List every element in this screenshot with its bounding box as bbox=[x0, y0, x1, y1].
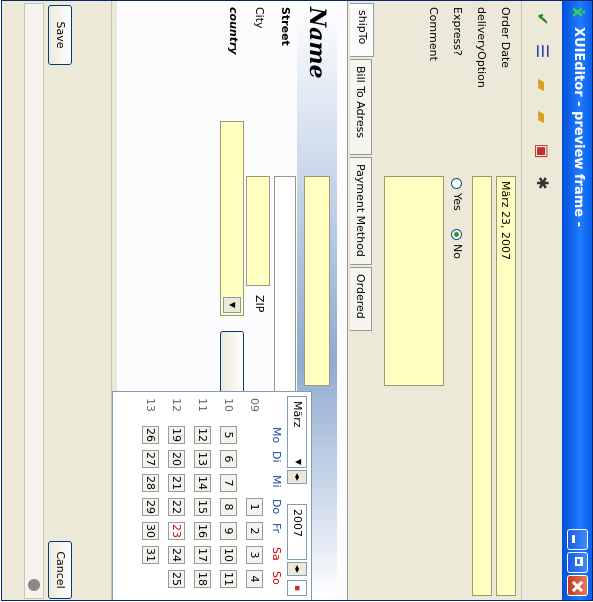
zip-field[interactable]: ZIP bbox=[246, 176, 270, 312]
bug-icon[interactable]: ✱ bbox=[532, 173, 552, 193]
calendar-day[interactable]: 11 bbox=[220, 570, 237, 588]
calendar-day[interactable]: 17 bbox=[194, 546, 211, 564]
calendar-day[interactable]: 6 bbox=[220, 450, 237, 468]
check-icon[interactable]: ✔ bbox=[532, 9, 552, 29]
country-label: country bbox=[227, 7, 240, 55]
comment-label: Comment bbox=[427, 7, 440, 61]
weekday-header: Mo bbox=[270, 427, 283, 444]
weekday-header: Mi bbox=[270, 475, 283, 488]
calendar-day[interactable]: 16 bbox=[194, 522, 211, 540]
calendar-day[interactable]: 14 bbox=[194, 474, 211, 492]
calendar-day[interactable]: 15 bbox=[194, 498, 211, 516]
date-picker-popup: März ▼ ◂▸ 2007 ◂▸ ▪ Mo Di Mi Do Fr Sa So 09 1 2 3 4… bbox=[112, 391, 312, 601]
calendar-day[interactable]: 1 bbox=[246, 498, 263, 516]
title-bar[interactable]: ẋ XUIEditor - preview frame - bbox=[562, 1, 592, 600]
order-date-label: Order Date bbox=[499, 7, 512, 69]
weekday-header: Di bbox=[270, 451, 283, 463]
year-field[interactable]: 2007 bbox=[287, 504, 307, 560]
cancel-button[interactable]: Cancel bbox=[48, 541, 72, 599]
year-spinner[interactable]: ◂▸ bbox=[287, 562, 307, 576]
week-number: 10 bbox=[222, 398, 235, 412]
maximize-button[interactable] bbox=[567, 552, 588, 573]
weekday-header: Fr bbox=[270, 523, 283, 534]
calendar-day[interactable]: 22 bbox=[168, 498, 185, 516]
save-icon[interactable]: ▣ bbox=[532, 141, 552, 161]
calendar-day[interactable]: 7 bbox=[220, 474, 237, 492]
order-date-field[interactable]: März 23, 2007 bbox=[496, 176, 516, 596]
calendar-day[interactable]: 5 bbox=[220, 426, 237, 444]
calendar-day[interactable]: 2 bbox=[246, 522, 263, 540]
calendar-day[interactable]: 31 bbox=[142, 546, 159, 564]
delivery-option-field[interactable] bbox=[472, 176, 492, 596]
calendar-day[interactable]: 23 bbox=[168, 522, 185, 540]
chevron-down-icon: ▼ bbox=[294, 458, 303, 465]
tab-bill-to-adress[interactable]: Bill To Adress bbox=[350, 59, 372, 155]
calendar-day[interactable]: 18 bbox=[194, 570, 211, 588]
app-icon: ẋ bbox=[569, 7, 588, 18]
calendar-day[interactable]: 4 bbox=[246, 570, 263, 588]
folder-add-icon[interactable]: ▰ bbox=[532, 107, 552, 127]
calendar-day[interactable]: 28 bbox=[142, 474, 159, 492]
tab-ordered[interactable]: Ordered bbox=[350, 267, 372, 331]
app-window: ẋ XUIEditor - preview frame - ✔ ☰ ▰ ▰ ▣ … bbox=[1, 0, 593, 601]
calendar-day[interactable]: 12 bbox=[194, 426, 211, 444]
minimize-button[interactable] bbox=[567, 529, 588, 550]
list-icon[interactable]: ☰ bbox=[532, 41, 552, 61]
tab-payment-method[interactable]: Payment Method bbox=[350, 157, 372, 265]
close-button[interactable] bbox=[567, 575, 588, 596]
order-date-value: März 23, 2007 bbox=[499, 181, 512, 261]
week-number: 12 bbox=[170, 398, 183, 412]
express-no-radio[interactable] bbox=[451, 229, 462, 240]
folder-icon[interactable]: ▰ bbox=[532, 75, 552, 95]
tab-shipto[interactable]: shipTo bbox=[350, 3, 374, 57]
calendar-day[interactable]: 30 bbox=[142, 522, 159, 540]
calendar-day[interactable]: 25 bbox=[168, 570, 185, 588]
month-value: März bbox=[291, 401, 304, 428]
calendar-day[interactable]: 19 bbox=[168, 426, 185, 444]
toolbar: ✔ ☰ ▰ ▰ ▣ ✱ bbox=[521, 1, 562, 600]
year-value: 2007 bbox=[291, 509, 304, 537]
today-icon[interactable]: ▪ bbox=[287, 580, 307, 596]
calendar-day[interactable]: 9 bbox=[220, 522, 237, 540]
calendar-day[interactable]: 24 bbox=[168, 546, 185, 564]
month-select[interactable]: März ▼ bbox=[287, 396, 307, 468]
window-title: XUIEditor - preview frame - bbox=[571, 27, 586, 228]
week-number: 11 bbox=[196, 398, 209, 412]
weekday-header: Sa bbox=[270, 547, 283, 561]
calendar-day[interactable]: 10 bbox=[220, 546, 237, 564]
name-field[interactable] bbox=[304, 176, 330, 386]
city-label: City bbox=[253, 7, 266, 29]
zip-label: ZIP bbox=[253, 295, 266, 313]
calendar-day[interactable]: 21 bbox=[168, 474, 185, 492]
chevron-down-icon[interactable]: ▼ bbox=[223, 297, 241, 313]
calendar-day[interactable]: 3 bbox=[246, 546, 263, 564]
comment-field[interactable] bbox=[384, 176, 444, 386]
weekday-header: Do bbox=[270, 499, 283, 515]
status-indicator-icon bbox=[28, 579, 40, 591]
calendar-day[interactable]: 20 bbox=[168, 450, 185, 468]
save-button[interactable]: Save bbox=[48, 5, 72, 65]
calendar-day[interactable]: 8 bbox=[220, 498, 237, 516]
express-label: Express? bbox=[451, 7, 464, 56]
country-dropdown[interactable]: ▼ bbox=[220, 121, 244, 316]
street-label: Street bbox=[279, 7, 292, 46]
express-no-label: No bbox=[451, 244, 464, 259]
calendar-day[interactable]: 13 bbox=[194, 450, 211, 468]
express-yes-label: Yes bbox=[451, 193, 464, 211]
delivery-option-label: deliveryOption bbox=[475, 7, 488, 88]
week-number: 13 bbox=[144, 398, 157, 412]
month-spinner[interactable]: ◂▸ bbox=[287, 470, 307, 484]
weekday-header: So bbox=[270, 571, 283, 585]
calendar-day[interactable]: 29 bbox=[142, 498, 159, 516]
express-yes-radio[interactable] bbox=[451, 178, 462, 189]
calendar-day[interactable]: 26 bbox=[142, 426, 159, 444]
status-bar bbox=[24, 3, 44, 599]
name-heading: Name bbox=[304, 7, 330, 79]
week-number: 09 bbox=[248, 398, 261, 412]
calendar-day[interactable]: 27 bbox=[142, 450, 159, 468]
